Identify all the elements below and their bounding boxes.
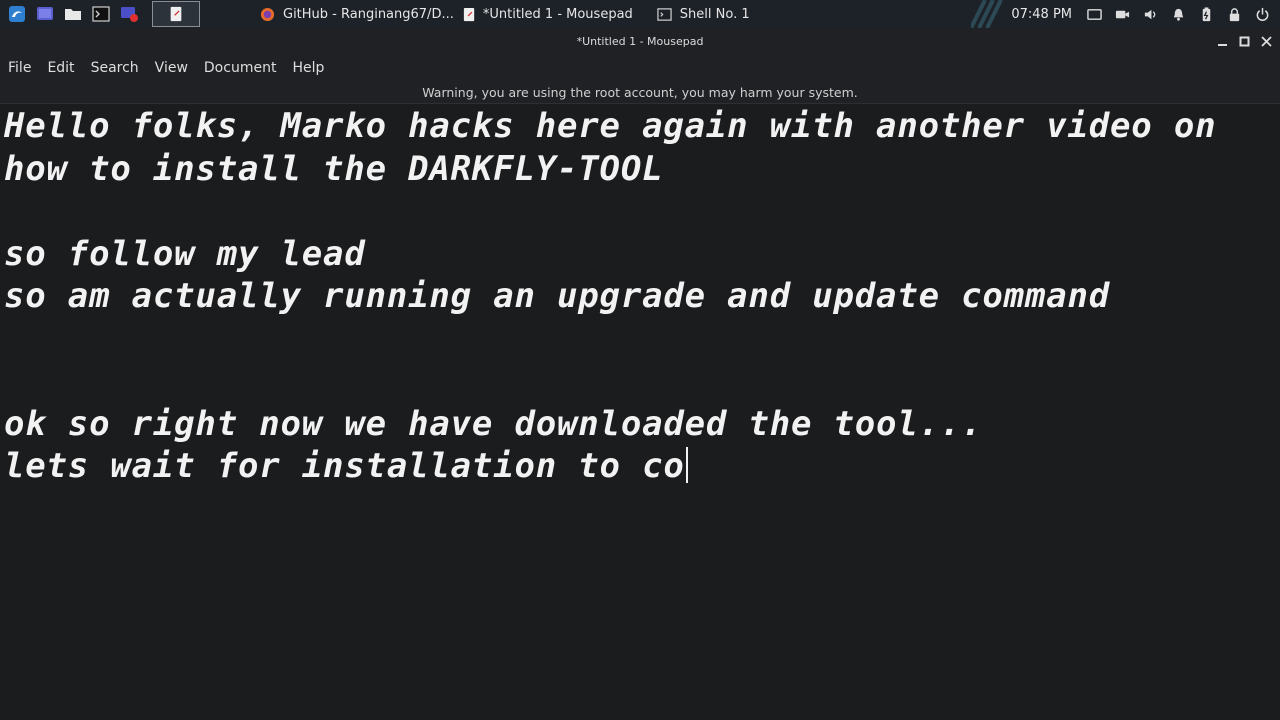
minimize-button[interactable] xyxy=(1214,33,1230,49)
terminal-launcher-button[interactable] xyxy=(90,4,112,24)
task-mousepad[interactable]: *Untitled 1 - Mousepad xyxy=(462,0,633,28)
editor-line[interactable] xyxy=(4,318,1280,361)
firefox-icon xyxy=(260,7,275,21)
show-desktop-button[interactable] xyxy=(34,4,56,24)
power-icon[interactable] xyxy=(1254,6,1270,22)
volume-icon[interactable] xyxy=(1142,6,1158,22)
menu-document[interactable]: Document xyxy=(204,60,277,76)
editor-line[interactable] xyxy=(4,360,1280,403)
window-titlebar[interactable]: *Untitled 1 - Mousepad xyxy=(0,28,1280,54)
maximize-icon xyxy=(1239,36,1249,46)
terminal-icon xyxy=(92,6,110,22)
menu-file[interactable]: File xyxy=(8,60,31,76)
desktop-icon xyxy=(37,7,53,20)
text-editor-area[interactable]: Hello folks, Marko hacks here again with… xyxy=(0,105,1280,720)
menubar: File Edit Search View Document Help xyxy=(0,54,1280,82)
text-cursor xyxy=(685,447,688,483)
close-button[interactable] xyxy=(1258,33,1274,49)
system-tray: 07:48 PM xyxy=(971,0,1280,28)
task-label: Shell No. 1 xyxy=(679,6,750,22)
editor-line[interactable]: so follow my lead xyxy=(4,233,1280,276)
editor-line[interactable]: so am actually running an upgrade and up… xyxy=(4,275,1280,318)
mousepad-icon xyxy=(463,7,475,21)
screen-record-button[interactable] xyxy=(118,4,140,24)
root-warning-text: Warning, you are using the root account,… xyxy=(422,85,858,100)
root-warning-bar: Warning, you are using the root account,… xyxy=(0,82,1280,104)
editor-line[interactable]: ok so right now we have downloaded the t… xyxy=(4,403,1280,446)
task-terminal[interactable]: Shell No. 1 xyxy=(657,0,750,28)
task-firefox[interactable]: GitHub - Ranginang67/D... xyxy=(260,0,454,28)
close-icon xyxy=(1260,35,1272,47)
editor-line[interactable] xyxy=(4,190,1280,233)
menu-search[interactable]: Search xyxy=(91,60,139,76)
top-panel: GitHub - Ranginang67/D... *Untitled 1 - … xyxy=(0,0,1280,28)
kali-dragon-icon xyxy=(9,6,25,22)
camera-icon[interactable] xyxy=(1114,6,1130,22)
mousepad-icon xyxy=(170,6,182,22)
task-label: *Untitled 1 - Mousepad xyxy=(482,6,633,22)
screen-icon[interactable] xyxy=(1086,6,1102,22)
screen-record-icon xyxy=(121,7,138,22)
editor-line[interactable]: how to install the DARKFLY-TOOL xyxy=(4,148,1280,191)
task-label: GitHub - Ranginang67/D... xyxy=(283,6,454,22)
editor-line-text: lets wait for installation to co xyxy=(4,446,685,486)
terminal-icon xyxy=(657,7,672,21)
battery-icon[interactable] xyxy=(1198,6,1214,22)
kali-menu-button[interactable] xyxy=(6,4,28,24)
maximize-button[interactable] xyxy=(1236,33,1252,49)
menu-edit[interactable]: Edit xyxy=(47,60,74,76)
editor-line-current[interactable]: lets wait for installation to co xyxy=(4,445,1280,488)
notification-bell-icon[interactable] xyxy=(1170,6,1186,22)
lock-screen-icon[interactable] xyxy=(1226,6,1242,22)
window-title: *Untitled 1 - Mousepad xyxy=(576,34,704,48)
panel-decoration-icon xyxy=(971,0,1004,28)
minimize-icon xyxy=(1217,43,1227,46)
menu-help[interactable]: Help xyxy=(292,60,324,76)
clock[interactable]: 07:48 PM xyxy=(1011,7,1072,22)
file-manager-button[interactable] xyxy=(62,4,84,24)
mousepad-launcher-button[interactable] xyxy=(152,1,200,27)
menu-view[interactable]: View xyxy=(155,60,188,76)
editor-line[interactable]: Hello folks, Marko hacks here again with… xyxy=(4,105,1280,148)
folder-icon xyxy=(65,9,81,20)
